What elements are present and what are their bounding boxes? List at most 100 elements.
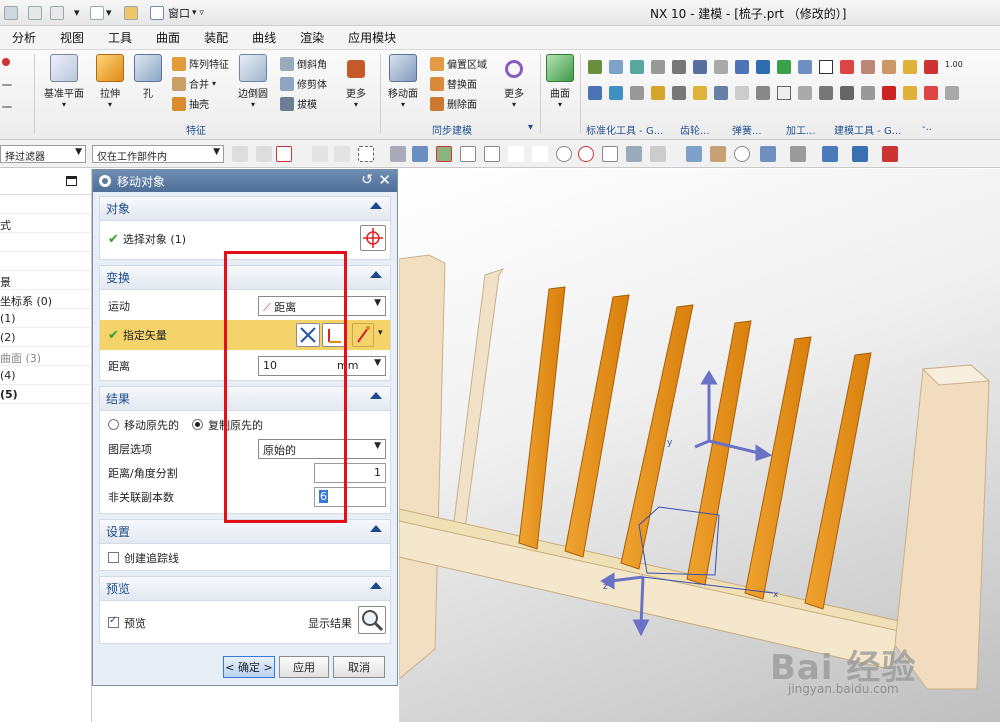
tool-icon[interactable]	[588, 60, 602, 74]
navigator-row[interactable]: (2)	[0, 328, 91, 347]
quadrant-icon[interactable]	[578, 146, 594, 162]
tine-5[interactable]	[744, 336, 812, 600]
group-label-gear[interactable]: 齿轮...	[680, 122, 710, 137]
render-style-icon[interactable]	[790, 146, 806, 162]
group-label-machining[interactable]: 加工...	[786, 122, 816, 137]
trace-line-row[interactable]: 创建追踪线	[100, 546, 390, 570]
tool-icon[interactable]	[651, 86, 665, 100]
tool-icon[interactable]	[756, 60, 770, 74]
tine-6[interactable]	[804, 352, 872, 610]
point-on-curve-icon[interactable]	[626, 146, 642, 162]
tool-icon[interactable]	[714, 60, 728, 74]
collapse-caret-icon[interactable]	[370, 582, 382, 589]
tool-icon[interactable]	[798, 60, 812, 74]
assembly-filter-icon[interactable]	[232, 146, 248, 162]
tool-icon[interactable]	[840, 60, 854, 74]
reset-icon[interactable]: ↺	[361, 172, 373, 188]
collapse-caret-icon[interactable]	[370, 392, 382, 399]
select-object-row[interactable]: ✔ 选择对象 (1)	[100, 225, 390, 251]
surface-button[interactable]: 曲面 ▾	[546, 54, 574, 109]
tool-icon[interactable]	[735, 86, 749, 100]
group-label-spring[interactable]: 弹簧...	[732, 122, 762, 137]
navigator-row[interactable]: 坐标系 (0)	[0, 290, 91, 309]
group-label-modeling-tools[interactable]: 建模工具 - G...	[834, 122, 901, 137]
tool-icon[interactable]	[588, 86, 602, 100]
inferred-vector-button[interactable]	[352, 323, 374, 347]
edit-icon[interactable]	[124, 6, 138, 20]
zoom-icon[interactable]	[710, 146, 726, 162]
paste-icon[interactable]	[50, 6, 64, 20]
tool-icon[interactable]	[798, 86, 812, 100]
tool-icon[interactable]	[672, 60, 686, 74]
display-mode-icon[interactable]	[822, 146, 838, 162]
collapse-caret-icon[interactable]	[370, 202, 382, 209]
ok-button[interactable]: < 确定 >	[223, 656, 275, 678]
tine-2[interactable]	[564, 294, 630, 558]
group-label-standard-tools[interactable]: 标准化工具 - G...	[586, 122, 663, 137]
collapse-caret-icon[interactable]	[370, 271, 382, 278]
rectangle-select-icon[interactable]	[358, 146, 374, 162]
snap-icon[interactable]	[256, 146, 272, 162]
point-select-icon[interactable]	[276, 146, 292, 162]
tool-icon[interactable]	[882, 60, 896, 74]
sync-group-dropdown-icon[interactable]: ▾	[528, 122, 533, 133]
body-icon[interactable]	[390, 146, 406, 162]
tool-icon[interactable]	[924, 86, 938, 100]
work-layer-icon[interactable]	[852, 146, 868, 162]
curve-rule-icon[interactable]	[312, 146, 328, 162]
tool-icon[interactable]	[861, 60, 875, 74]
tool-icon[interactable]	[693, 86, 707, 100]
preview-section-header[interactable]: 预览	[100, 577, 390, 601]
tool-icon[interactable]	[735, 60, 749, 74]
menu-curve[interactable]: 曲线	[240, 29, 288, 46]
dropdown-arrow-icon[interactable]: ▾	[401, 100, 405, 109]
trace-line-option[interactable]: 创建追踪线	[108, 550, 179, 566]
tool-icon[interactable]	[777, 60, 791, 74]
menu-surface[interactable]: 曲面	[144, 29, 192, 46]
navigator-row[interactable]: 式	[0, 214, 91, 233]
intersection-icon[interactable]	[532, 146, 548, 162]
tool-icon[interactable]	[882, 86, 896, 100]
settings-section-header[interactable]: 设置	[100, 520, 390, 544]
tool-icon[interactable]	[945, 86, 959, 100]
navigator-row[interactable]: 景	[0, 271, 91, 290]
dropdown-arrow-icon[interactable]: ▾	[354, 100, 358, 109]
object-section-header[interactable]: 对象	[100, 197, 390, 221]
dropdown-arrow-icon[interactable]: ▾	[108, 100, 112, 109]
dropdown-arrow-icon[interactable]: ▾	[251, 100, 255, 109]
shell-button[interactable]: 抽壳	[172, 96, 209, 111]
window-menu[interactable]: 窗口	[168, 5, 190, 21]
navigator-row[interactable]	[0, 233, 91, 252]
dropdown-arrow-icon[interactable]: ▾	[512, 100, 516, 109]
hole-button[interactable]: 孔	[134, 54, 162, 100]
endpoint-icon[interactable]	[460, 146, 476, 162]
collapse-caret-icon[interactable]	[370, 525, 382, 532]
window-icon[interactable]	[150, 6, 164, 20]
delete-face-button[interactable]: 删除面	[430, 96, 477, 111]
more-features-button[interactable]: 更多 ▾	[346, 54, 366, 109]
navigator-row[interactable]: (5)	[0, 385, 91, 404]
tool-icon[interactable]	[693, 60, 707, 74]
window-menu-arrow-icon[interactable]: ▾ ▿	[192, 8, 204, 18]
tool-icon[interactable]	[609, 60, 623, 74]
sketch-line-icon[interactable]	[2, 58, 10, 66]
replace-face-button[interactable]: 替换面	[430, 76, 477, 91]
dropdown-icon[interactable]: ▾	[74, 6, 84, 20]
copy-icon[interactable]	[28, 6, 42, 20]
type-filter-dropdown[interactable]: 择过滤器 ▼	[0, 145, 86, 163]
tool-icon[interactable]	[651, 60, 665, 74]
partial-tool-icon[interactable]	[2, 84, 12, 86]
pin-icon[interactable]	[4, 6, 18, 20]
tool-icon[interactable]	[714, 86, 728, 100]
tine-3[interactable]	[620, 304, 694, 570]
chamfer-button[interactable]: 倒斜角	[280, 56, 327, 71]
datum-plane-button[interactable]: 基准平面 ▾	[44, 54, 84, 109]
dropdown-icon[interactable]: ▾	[106, 6, 116, 20]
arc-center-icon[interactable]	[556, 146, 572, 162]
tool-icon[interactable]	[840, 86, 854, 100]
snap-point-icon[interactable]	[436, 146, 452, 162]
preview-option[interactable]: 预览	[108, 615, 146, 631]
face-rule-icon[interactable]	[334, 146, 350, 162]
tool-icon[interactable]	[903, 86, 917, 100]
rotate-icon[interactable]	[734, 146, 750, 162]
